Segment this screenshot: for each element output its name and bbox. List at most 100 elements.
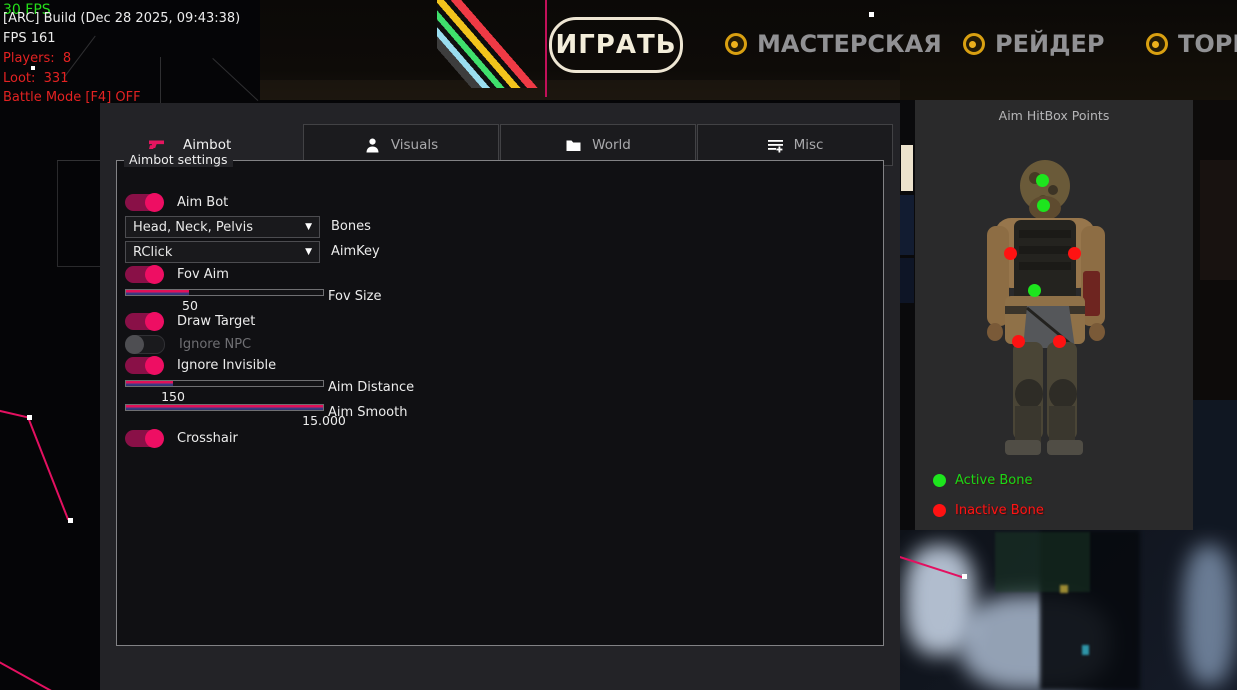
coin-icon xyxy=(1146,33,1168,55)
draw-target-toggle[interactable] xyxy=(125,313,163,330)
coin-icon xyxy=(725,33,747,55)
fov-aim-label: Fov Aim xyxy=(177,267,229,282)
slider-fill xyxy=(126,405,323,410)
draw-target-row: Draw Target xyxy=(125,313,255,330)
esp-point xyxy=(27,415,32,420)
scene-shape xyxy=(1082,645,1089,655)
section-title: Aimbot settings xyxy=(124,152,233,167)
chevron-down-icon: ▼ xyxy=(305,247,312,257)
bones-dropdown-value: Head, Neck, Pelvis xyxy=(133,220,253,235)
tab-label: World xyxy=(592,137,631,153)
bone-dot-right-shoulder[interactable] xyxy=(1068,247,1081,260)
wireframe-diagonal xyxy=(212,58,258,101)
menu-item-workshop[interactable]: МАСТЕРСКАЯ xyxy=(725,28,942,60)
menu-item-label: ТОРГО xyxy=(1178,30,1237,58)
aim-smooth-slider[interactable] xyxy=(125,404,324,411)
menu-item-raider[interactable]: РЕЙДЕР xyxy=(963,28,1104,60)
aimkey-label: AimKey xyxy=(331,244,380,259)
hitbox-panel-title: Aim HitBox Points xyxy=(915,108,1193,123)
scene-exit-sign xyxy=(995,532,1090,592)
aim-bot-toggle[interactable] xyxy=(125,194,163,211)
esp-point xyxy=(31,66,35,70)
bone-dot-pelvis[interactable] xyxy=(1028,284,1041,297)
esp-point xyxy=(68,518,73,523)
fps-label: FPS 161 xyxy=(3,31,56,46)
person-icon xyxy=(364,137,381,154)
chevron-down-icon: ▼ xyxy=(305,222,312,232)
playlist-add-icon xyxy=(767,137,784,154)
aim-smooth-label: Aim Smooth xyxy=(328,405,407,420)
build-info: [ARC] Build (Dec 28 2025, 09:43:38) xyxy=(3,11,240,26)
scene-shape xyxy=(901,145,913,191)
bone-dot-right-hand[interactable] xyxy=(1053,335,1066,348)
legend-inactive-bone: Inactive Bone xyxy=(933,503,1044,518)
hitbox-panel: Aim HitBox Points xyxy=(915,100,1193,530)
scene-light-blob xyxy=(1183,545,1235,685)
legend-label: Inactive Bone xyxy=(955,503,1044,518)
toggle-knob xyxy=(145,429,164,448)
bone-dot-left-hand[interactable] xyxy=(1012,335,1025,348)
menu-item-label: МАСТЕРСКАЯ xyxy=(757,30,942,58)
bone-dot-head[interactable] xyxy=(1036,174,1049,187)
coin-icon xyxy=(963,33,985,55)
menu-item-trade[interactable]: ТОРГО xyxy=(1146,28,1237,60)
tab-label: Visuals xyxy=(391,137,438,153)
esp-vertical-tracer xyxy=(545,0,547,97)
tab-label: Misc xyxy=(794,137,824,153)
fov-size-slider[interactable] xyxy=(125,289,324,296)
toggle-knob xyxy=(145,193,164,212)
ignore-npc-toggle[interactable] xyxy=(125,335,165,354)
scene-shape xyxy=(1200,160,1237,280)
esp-point xyxy=(962,574,967,579)
players-count: Players: 8 xyxy=(3,51,71,66)
toggle-knob xyxy=(145,312,164,331)
play-button-label: ИГРАТЬ xyxy=(555,30,676,60)
ignore-invisible-label: Ignore Invisible xyxy=(177,358,276,373)
slider-fill xyxy=(126,290,189,295)
draw-target-label: Draw Target xyxy=(177,314,255,329)
scene-shape xyxy=(1060,585,1068,593)
esp-tracer-line xyxy=(27,417,69,520)
fov-aim-toggle[interactable] xyxy=(125,266,163,283)
scene-shape xyxy=(900,258,914,303)
loot-count: Loot: 331 xyxy=(3,71,68,86)
fov-size-label: Fov Size xyxy=(328,289,381,304)
active-bone-dot-icon xyxy=(933,474,946,487)
legend-active-bone: Active Bone xyxy=(933,473,1032,488)
bones-label: Bones xyxy=(331,219,371,234)
esp-tracer-line xyxy=(0,658,60,690)
aim-bot-label: Aim Bot xyxy=(177,195,228,210)
bones-dropdown[interactable]: Head, Neck, Pelvis ▼ xyxy=(125,216,320,238)
fov-size-value: 50 xyxy=(175,298,205,313)
aim-bot-row: Aim Bot xyxy=(125,194,228,211)
crosshair-toggle[interactable] xyxy=(125,430,163,447)
scene-shape xyxy=(1193,400,1237,530)
scene-shape xyxy=(900,195,914,255)
bone-dot-neck[interactable] xyxy=(1037,199,1050,212)
aim-distance-slider[interactable] xyxy=(125,380,324,387)
aimkey-dropdown[interactable]: RClick ▼ xyxy=(125,241,320,263)
ignore-npc-row: Ignore NPC xyxy=(125,335,251,354)
slider-fill xyxy=(126,381,173,386)
aim-distance-label: Aim Distance xyxy=(328,380,414,395)
aim-distance-value: 150 xyxy=(153,389,193,404)
tab-label: Aimbot xyxy=(183,137,231,153)
crosshair-row: Crosshair xyxy=(125,430,238,447)
ignore-npc-label: Ignore NPC xyxy=(179,337,251,352)
bone-dot-left-shoulder[interactable] xyxy=(1004,247,1017,260)
toggle-knob xyxy=(145,356,164,375)
folder-icon xyxy=(565,137,582,154)
aimbot-settings-section: Aimbot settings Aim Bot Head, Neck, Pelv… xyxy=(116,160,884,646)
fov-aim-row: Fov Aim xyxy=(125,266,229,283)
pistol-icon xyxy=(148,137,165,154)
menu-item-label: РЕЙДЕР xyxy=(995,30,1104,58)
toggle-knob xyxy=(145,265,164,284)
crosshair-label: Crosshair xyxy=(177,431,238,446)
cheat-menu-panel: Aimbot Visuals World Misc xyxy=(100,103,900,690)
ignore-invisible-toggle[interactable] xyxy=(125,357,163,374)
play-button[interactable]: ИГРАТЬ xyxy=(549,17,683,73)
ignore-invisible-row: Ignore Invisible xyxy=(125,357,276,374)
legend-label: Active Bone xyxy=(955,473,1032,488)
inactive-bone-dot-icon xyxy=(933,504,946,517)
esp-point xyxy=(869,12,874,17)
